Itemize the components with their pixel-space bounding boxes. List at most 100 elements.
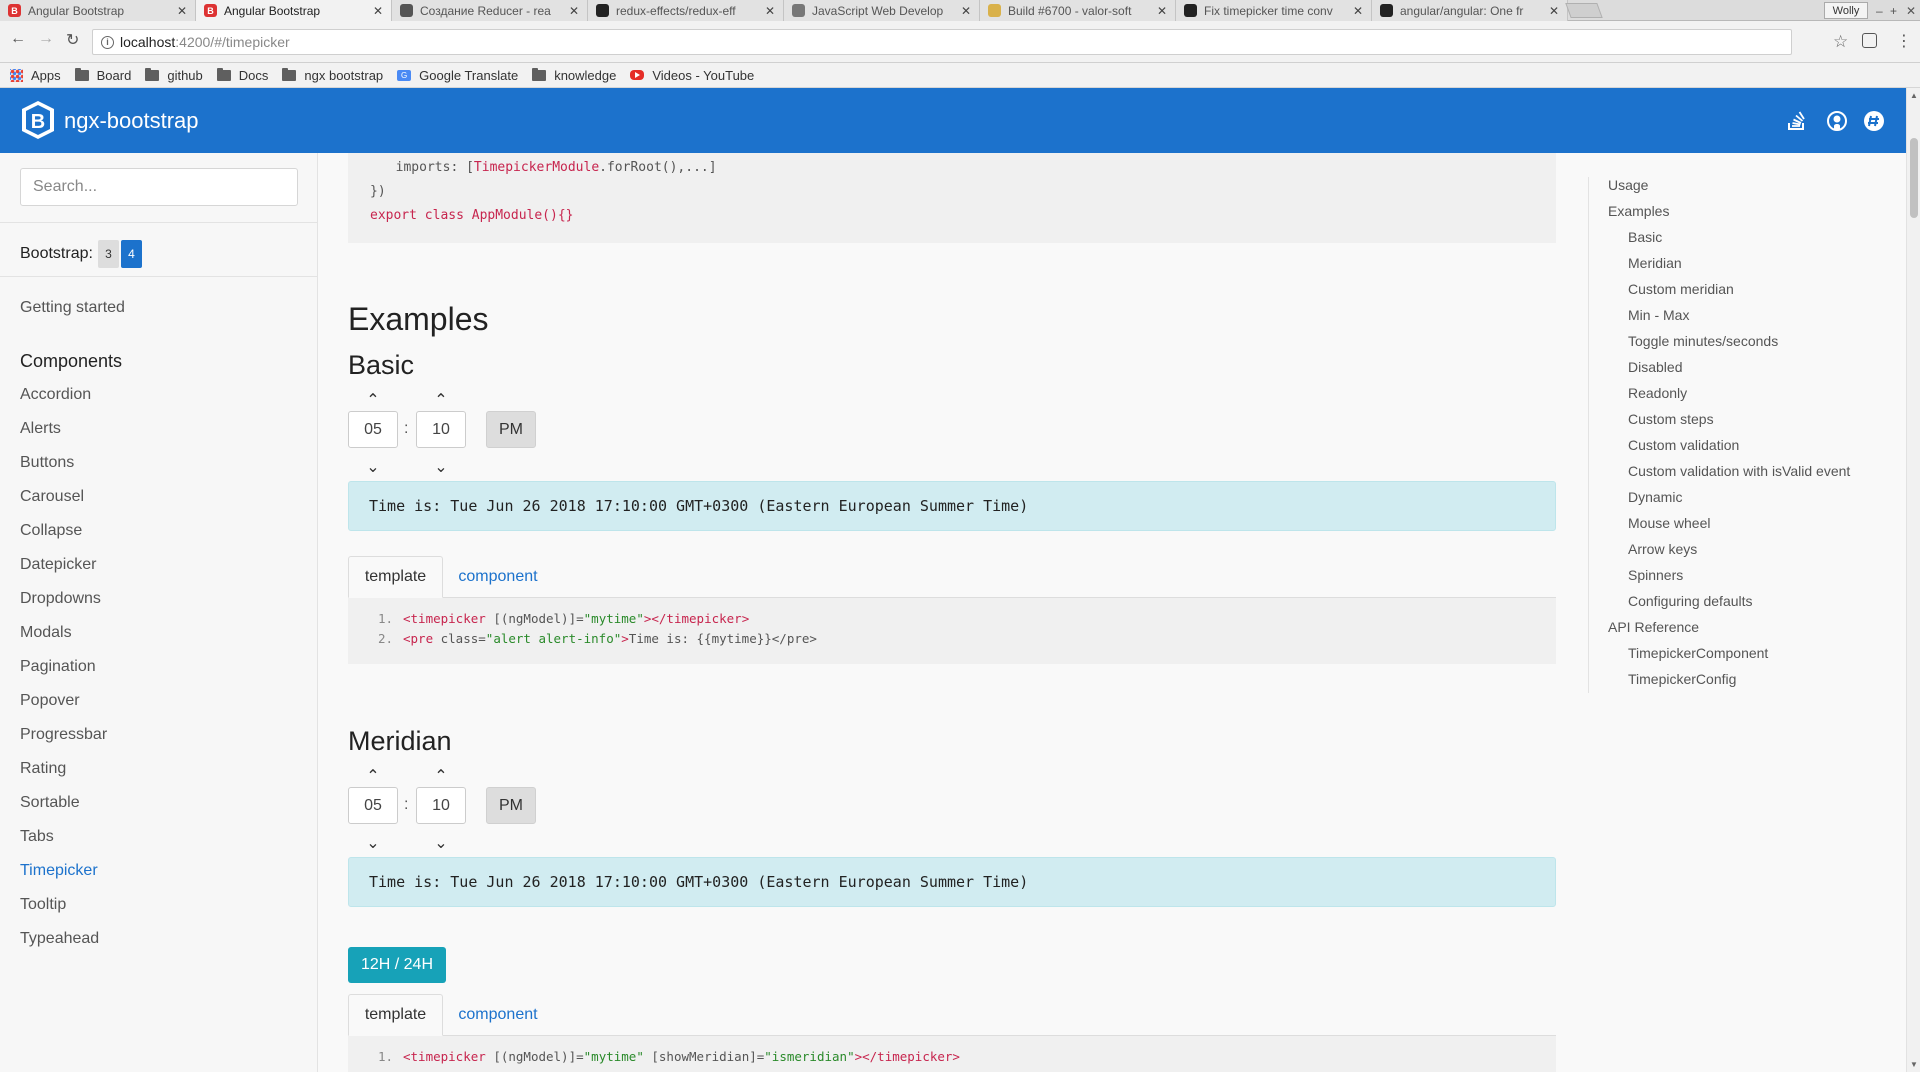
- bookmark-item[interactable]: Docs: [216, 67, 268, 83]
- sidebar-item-buttons[interactable]: Buttons: [20, 454, 107, 488]
- sidebar-item-getting-started[interactable]: Getting started: [20, 299, 125, 317]
- toggle-meridian-button[interactable]: 12H / 24H: [348, 947, 446, 983]
- sidebar-item-modals[interactable]: Modals: [20, 624, 107, 658]
- toc-item[interactable]: Readonly: [1608, 384, 1850, 410]
- sidebar-item-collapse[interactable]: Collapse: [20, 522, 107, 556]
- bookmark-item[interactable]: knowledge: [532, 67, 616, 83]
- minutes-increment-icon[interactable]: ⌃: [434, 769, 448, 785]
- slack-icon[interactable]: [1863, 110, 1885, 132]
- toc-item[interactable]: Spinners: [1608, 566, 1850, 592]
- bookmark-star-icon[interactable]: ☆: [1833, 32, 1848, 52]
- sidebar-item-pagination[interactable]: Pagination: [20, 658, 107, 692]
- tab-close-icon[interactable]: ✕: [569, 4, 579, 18]
- new-tab-button[interactable]: [1565, 3, 1603, 18]
- toc-item[interactable]: Arrow keys: [1608, 540, 1850, 566]
- toc-item[interactable]: TimepickerConfig: [1608, 670, 1850, 696]
- sidebar-item-typeahead[interactable]: Typeahead: [20, 930, 107, 964]
- toc-item[interactable]: Basic: [1608, 228, 1850, 254]
- brand-title[interactable]: ngx-bootstrap: [64, 108, 199, 134]
- minutes-increment-icon[interactable]: ⌃: [434, 393, 448, 409]
- tab-component[interactable]: component: [443, 994, 553, 1036]
- browser-tab[interactable]: JavaScript Web Develop ✕: [784, 0, 980, 21]
- tab-close-icon[interactable]: ✕: [961, 4, 971, 18]
- tab-close-icon[interactable]: ✕: [177, 4, 187, 18]
- toc-item[interactable]: Usage: [1608, 176, 1850, 202]
- toc-item[interactable]: Custom validation: [1608, 436, 1850, 462]
- extension-icon[interactable]: [1862, 33, 1877, 48]
- minimize-icon[interactable]: –: [1876, 0, 1883, 21]
- toc-item[interactable]: Configuring defaults: [1608, 592, 1850, 618]
- ngx-bootstrap-logo-icon[interactable]: B: [20, 100, 56, 140]
- tab-close-icon[interactable]: ✕: [1353, 4, 1363, 18]
- sidebar-item-popover[interactable]: Popover: [20, 692, 107, 726]
- sidebar-item-alerts[interactable]: Alerts: [20, 420, 107, 454]
- site-info-icon[interactable]: i: [101, 35, 114, 49]
- meridian-button[interactable]: PM: [486, 787, 536, 824]
- tab-close-icon[interactable]: ✕: [373, 4, 383, 18]
- sidebar-item-dropdowns[interactable]: Dropdowns: [20, 590, 107, 624]
- toc-item[interactable]: TimepickerComponent: [1608, 644, 1850, 670]
- tab-close-icon[interactable]: ✕: [765, 4, 775, 18]
- page-scrollbar[interactable]: ▲ ▼: [1906, 88, 1920, 1072]
- minutes-input[interactable]: 10: [416, 787, 466, 824]
- sidebar-item-sortable[interactable]: Sortable: [20, 794, 107, 828]
- toc-item[interactable]: Disabled: [1608, 358, 1850, 384]
- scrollbar-thumb[interactable]: [1910, 138, 1918, 218]
- profile-button[interactable]: Wolly: [1824, 2, 1868, 19]
- sidebar-item-carousel[interactable]: Carousel: [20, 488, 107, 522]
- sidebar-item-progressbar[interactable]: Progressbar: [20, 726, 107, 760]
- toc-item[interactable]: Min - Max: [1608, 306, 1850, 332]
- hours-increment-icon[interactable]: ⌃: [366, 393, 380, 409]
- scroll-down-icon[interactable]: ▼: [1910, 1060, 1918, 1069]
- browser-tab[interactable]: Создание Reducer - rea ✕: [392, 0, 588, 21]
- search-input[interactable]: [20, 168, 298, 206]
- back-icon[interactable]: ←: [10, 30, 26, 48]
- toc-item[interactable]: Custom meridian: [1608, 280, 1850, 306]
- minutes-input[interactable]: 10: [416, 411, 466, 448]
- bootstrap-3-button[interactable]: 3: [97, 240, 119, 268]
- close-window-icon[interactable]: ✕: [1906, 0, 1916, 21]
- browser-tab[interactable]: angular/angular: One fr ✕: [1372, 0, 1568, 21]
- minutes-decrement-icon[interactable]: ⌄: [434, 836, 448, 852]
- toc-item[interactable]: Meridian: [1608, 254, 1850, 280]
- meridian-button[interactable]: PM: [486, 411, 536, 448]
- bookmark-item[interactable]: Videos - YouTube: [630, 68, 754, 83]
- bookmark-item[interactable]: G Google Translate: [397, 68, 518, 83]
- reload-icon[interactable]: ↻: [66, 30, 79, 50]
- browser-tab[interactable]: Build #6700 - valor-soft ✕: [980, 0, 1176, 21]
- browser-tab[interactable]: redux-effects/redux-eff ✕: [588, 0, 784, 21]
- toc-item[interactable]: Examples: [1608, 202, 1850, 228]
- github-icon[interactable]: [1826, 110, 1848, 132]
- tab-template[interactable]: template: [348, 556, 443, 598]
- toc-item[interactable]: API Reference: [1608, 618, 1850, 644]
- stackoverflow-icon[interactable]: [1786, 110, 1808, 132]
- sidebar-item-timepicker[interactable]: Timepicker: [20, 862, 107, 896]
- hours-decrement-icon[interactable]: ⌄: [366, 836, 380, 852]
- minutes-decrement-icon[interactable]: ⌄: [434, 460, 448, 476]
- sidebar-item-accordion[interactable]: Accordion: [20, 386, 107, 420]
- bookmark-item[interactable]: github: [145, 67, 203, 83]
- browser-menu-icon[interactable]: ⋮: [1896, 31, 1912, 51]
- scroll-up-icon[interactable]: ▲: [1910, 91, 1918, 100]
- bookmark-item[interactable]: Board: [74, 67, 131, 83]
- toc-item[interactable]: Dynamic: [1608, 488, 1850, 514]
- sidebar-item-rating[interactable]: Rating: [20, 760, 107, 794]
- tab-close-icon[interactable]: ✕: [1549, 4, 1559, 18]
- hours-decrement-icon[interactable]: ⌄: [366, 460, 380, 476]
- bookmark-item[interactable]: ngx bootstrap: [282, 67, 383, 83]
- tab-close-icon[interactable]: ✕: [1157, 4, 1167, 18]
- browser-tab[interactable]: B Angular Bootstrap ✕: [196, 0, 392, 21]
- tab-template[interactable]: template: [348, 994, 443, 1036]
- sidebar-item-tabs[interactable]: Tabs: [20, 828, 107, 862]
- toc-item[interactable]: Custom validation with isValid event: [1608, 462, 1850, 488]
- maximize-icon[interactable]: +: [1890, 0, 1897, 21]
- browser-tab[interactable]: B Angular Bootstrap ✕: [0, 0, 196, 21]
- toc-item[interactable]: Toggle minutes/seconds: [1608, 332, 1850, 358]
- hours-input[interactable]: 05: [348, 787, 398, 824]
- hours-increment-icon[interactable]: ⌃: [366, 769, 380, 785]
- bootstrap-4-button[interactable]: 4: [120, 240, 142, 268]
- sidebar-item-tooltip[interactable]: Tooltip: [20, 896, 107, 930]
- browser-tab[interactable]: Fix timepicker time conv ✕: [1176, 0, 1372, 21]
- bookmark-item[interactable]: Apps: [10, 68, 61, 83]
- toc-item[interactable]: Mouse wheel: [1608, 514, 1850, 540]
